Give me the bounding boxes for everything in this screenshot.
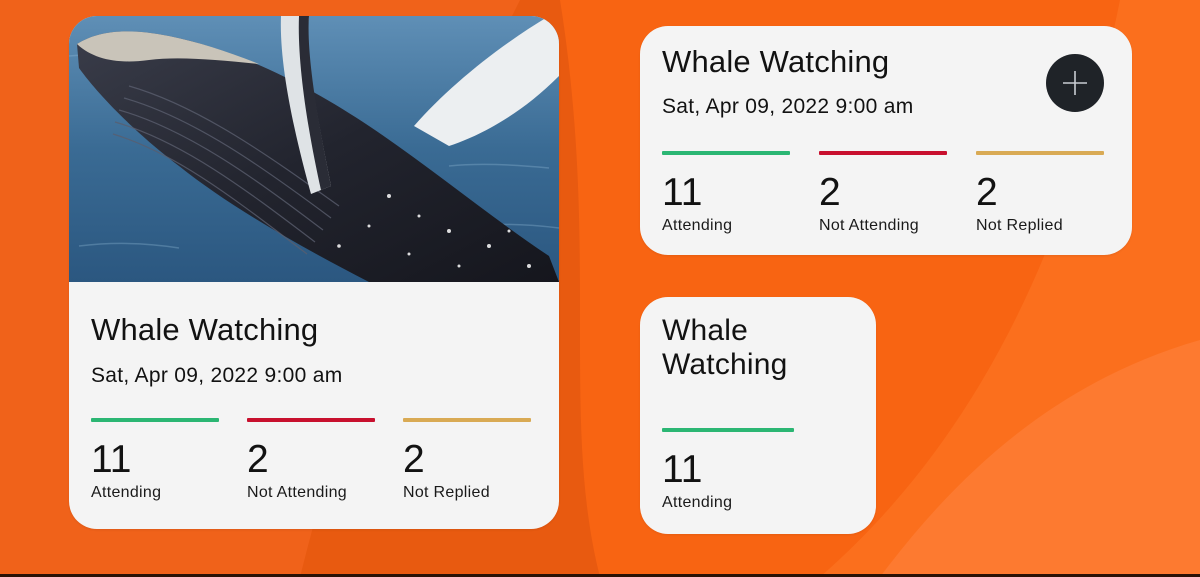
event-title: Whale Watching <box>91 312 319 347</box>
attending-label: Attending <box>91 484 162 501</box>
attending-bar <box>662 428 794 432</box>
not-attending-stat: 2 Not Attending <box>819 151 947 235</box>
attending-stat: 11 Attending <box>662 151 790 235</box>
attending-label: Attending <box>662 494 733 511</box>
medium-event-widget[interactable]: Whale Watching Sat, Apr 09, 2022 9:00 am… <box>640 26 1132 255</box>
humpback-whale-photo <box>69 16 559 282</box>
event-title: Whale Watching <box>662 44 890 79</box>
event-title: Whale Watching <box>662 314 788 381</box>
small-event-widget[interactable]: Whale Watching 11 Attending <box>640 297 876 534</box>
not-replied-label: Not Replied <box>976 217 1063 234</box>
plus-icon <box>1063 71 1087 95</box>
not-replied-count: 2 <box>976 171 998 214</box>
not-attending-label: Not Attending <box>819 217 919 234</box>
attending-count: 11 <box>91 438 132 481</box>
not-attending-bar <box>247 418 375 422</box>
attending-count: 11 <box>662 171 703 214</box>
event-date: Sat, Apr 09, 2022 9:00 am <box>91 364 343 387</box>
not-replied-stat: 2 Not Replied <box>976 151 1104 235</box>
not-replied-count: 2 <box>403 438 425 481</box>
not-attending-stat: 2 Not Attending <box>247 418 375 502</box>
not-attending-label: Not Attending <box>247 484 347 501</box>
large-event-widget[interactable]: Whale Watching Sat, Apr 09, 2022 9:00 am… <box>69 16 559 529</box>
not-attending-count: 2 <box>247 438 269 481</box>
add-button[interactable] <box>1046 54 1104 112</box>
attending-bar <box>91 418 219 422</box>
attending-label: Attending <box>662 217 733 234</box>
attending-bar <box>662 151 790 155</box>
attending-stat: 11 Attending <box>662 428 794 512</box>
not-replied-stat: 2 Not Replied <box>403 418 531 502</box>
not-replied-label: Not Replied <box>403 484 490 501</box>
not-attending-bar <box>819 151 947 155</box>
attending-count: 11 <box>662 448 703 491</box>
not-attending-count: 2 <box>819 171 841 214</box>
not-replied-bar <box>403 418 531 422</box>
event-date: Sat, Apr 09, 2022 9:00 am <box>662 95 914 118</box>
attending-stat: 11 Attending <box>91 418 219 502</box>
not-replied-bar <box>976 151 1104 155</box>
